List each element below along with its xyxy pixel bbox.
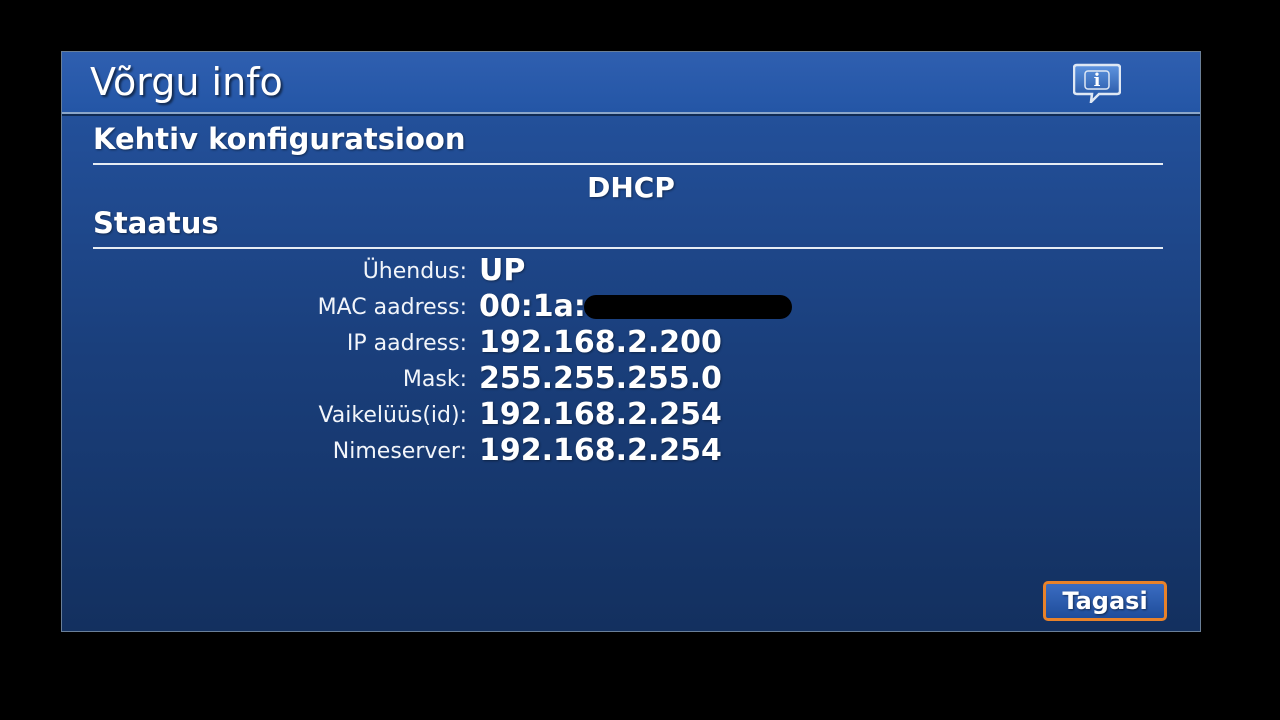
status-row-connection: Ühendus: UP: [62, 253, 1200, 289]
status-row-mask: Mask: 255.255.255.0: [62, 361, 1200, 397]
content-area: Kehtiv konfiguratsioon DHCP Staatus Ühen…: [62, 116, 1200, 631]
title-bar: Võrgu info i: [62, 52, 1200, 114]
info-speech-bubble-icon: i: [1072, 63, 1122, 106]
status-label: IP aadress:: [346, 331, 467, 356]
status-row-nameserver: Nimeserver: 192.168.2.254: [62, 433, 1200, 469]
status-label: Vaikelüüs(id):: [318, 403, 467, 428]
status-value: UP: [479, 253, 526, 288]
page-title: Võrgu info: [90, 60, 283, 104]
status-row-mac: MAC aadress: 00:1a:: [62, 289, 1200, 325]
svg-text:i: i: [1094, 70, 1101, 91]
config-divider: [93, 163, 1163, 165]
status-label: Mask:: [402, 367, 467, 392]
config-heading: Kehtiv konfiguratsioon: [93, 122, 466, 156]
status-value: 192.168.2.254: [479, 397, 722, 432]
config-mode-value: DHCP: [587, 171, 675, 204]
back-button[interactable]: Tagasi: [1043, 581, 1167, 621]
status-row-gateway: Vaikelüüs(id): 192.168.2.254: [62, 397, 1200, 433]
status-row-ip: IP aadress: 192.168.2.200: [62, 325, 1200, 361]
redaction-mark: [584, 295, 792, 319]
status-label: Nimeserver:: [332, 439, 467, 464]
status-label: Ühendus:: [362, 259, 467, 284]
status-label: MAC aadress:: [317, 295, 467, 320]
status-heading: Staatus: [93, 206, 219, 240]
status-divider: [93, 247, 1163, 249]
screen: Võrgu info i Kehtiv konfiguratsioon DHCP…: [0, 0, 1280, 720]
status-value: 192.168.2.254: [479, 433, 722, 468]
status-value: 255.255.255.0: [479, 361, 722, 396]
status-value: 00:1a:: [479, 289, 586, 324]
network-info-panel: Võrgu info i Kehtiv konfiguratsioon DHCP…: [61, 51, 1201, 632]
info-icon[interactable]: i: [1072, 63, 1122, 106]
status-value: 192.168.2.200: [479, 325, 722, 360]
